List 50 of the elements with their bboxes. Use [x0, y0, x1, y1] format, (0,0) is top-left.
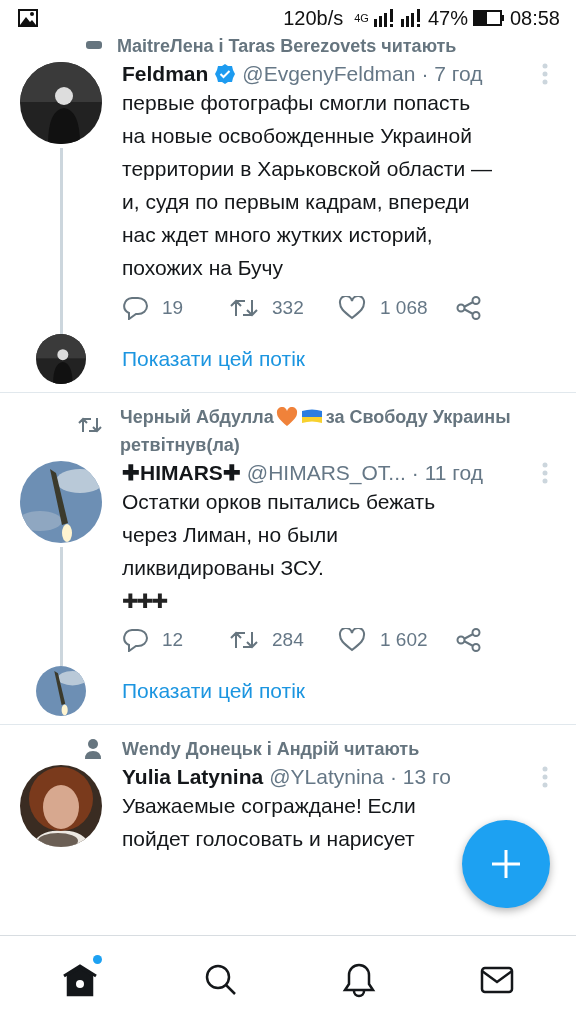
compose-button[interactable]: [462, 820, 550, 908]
battery-percent: 47%: [427, 6, 468, 30]
retweet-icon: [78, 415, 102, 435]
author-name[interactable]: ✚HIMARS✚: [122, 461, 241, 485]
like-count: 1 602: [380, 629, 428, 651]
retweeter-name[interactable]: Черный Абдулла: [120, 403, 274, 431]
tweet-text: Уважаемые сограждане! Если пойдет голосовать и нарисует: [122, 793, 417, 852]
retweet-icon[interactable]: [230, 297, 258, 319]
tweet-time: · 7 год: [421, 62, 483, 86]
author-handle[interactable]: @YLatynina: [269, 765, 384, 789]
reply-count: 19: [162, 297, 184, 319]
clock: 08:58: [509, 6, 560, 30]
cross-symbols: ✚✚✚: [122, 588, 168, 615]
author-name[interactable]: Feldman: [122, 62, 209, 86]
image-icon: [18, 9, 38, 27]
mail-icon[interactable]: [480, 965, 514, 995]
show-thread-link[interactable]: Показати цей потік: [122, 347, 305, 371]
search-icon[interactable]: [204, 963, 238, 997]
ukraine-flag-icon: [299, 408, 324, 426]
share-icon[interactable]: [455, 296, 482, 320]
heart-icon[interactable]: [338, 628, 366, 652]
social-context: MaitreЛена і Taras Berezovets читають: [117, 36, 457, 58]
like-count: 1 068: [380, 297, 428, 319]
social-context: Wendy Донецьк і Андрій читають: [122, 738, 420, 761]
retweeter-name-tail: за Свободу Украины: [325, 406, 511, 429]
reply-icon[interactable]: [122, 628, 148, 652]
tweet-time: · 11 год: [411, 461, 483, 485]
heart-emoji-icon: [275, 407, 298, 427]
battery-icon: [472, 9, 505, 27]
reply-icon[interactable]: [122, 296, 148, 320]
share-icon[interactable]: [455, 628, 482, 652]
bell-icon[interactable]: [342, 962, 376, 998]
heart-icon[interactable]: [338, 296, 366, 320]
reply-count: 12: [162, 629, 184, 651]
signal-icon: [373, 9, 396, 27]
tweet-text: Остатки орков пытались бежать через Лиман, но были ликвидированы ЗСУ.: [122, 489, 437, 581]
author-name[interactable]: Yulia Latynina: [122, 765, 264, 789]
tweet-text: первые фотографы смогли попасть на новые освобожденные Украиной территории в Харьковской области — и, судя по первым кадрам, впереди нас ждет много жутких историй, похожих на Бучу: [122, 90, 494, 281]
show-thread-link[interactable]: Показати цей потік: [122, 679, 305, 703]
retweet-count: 332: [272, 297, 304, 319]
retweet-icon[interactable]: [230, 629, 258, 651]
plus-icon: [491, 849, 521, 879]
network-speed: 120b/s: [283, 6, 344, 30]
retweet-label: ретвітнув(ла): [120, 434, 240, 457]
signal-icon: [400, 9, 423, 27]
author-handle[interactable]: @HIMARS_OT...: [246, 461, 406, 485]
author-handle[interactable]: @EvgenyFeldman: [242, 62, 416, 86]
retweet-count: 284: [272, 629, 304, 651]
network-type: 4G: [354, 12, 369, 24]
tweet-time: · 13 го: [389, 765, 451, 789]
